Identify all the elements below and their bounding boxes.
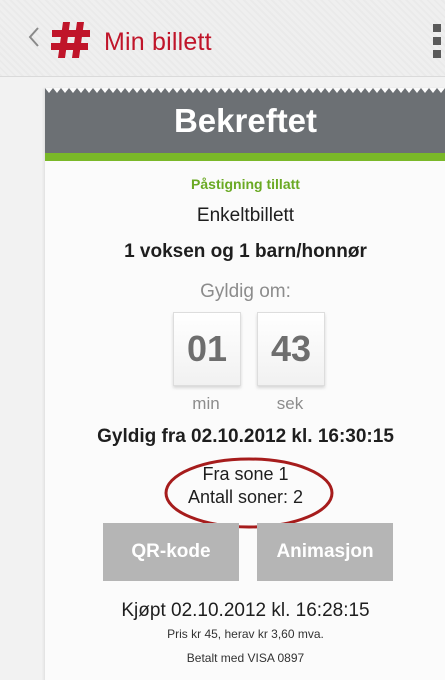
ticket-card: Bekreftet Påstigning tillatt Enkeltbille… xyxy=(44,88,445,680)
timer-minutes-label: min xyxy=(192,394,220,413)
overflow-menu-icon[interactable] xyxy=(428,24,445,58)
status-accent-line xyxy=(45,153,445,161)
payment-method: Betalt med VISA 0897 xyxy=(186,651,305,665)
purchase-date: Kjøpt 02.10.2012 kl. 16:28:15 xyxy=(121,600,370,621)
highlight-ring xyxy=(164,457,334,529)
timer-seconds: 43 xyxy=(257,312,325,386)
timer-seconds-label: sek xyxy=(276,394,304,413)
ticket-status: Bekreftet xyxy=(173,102,318,139)
boarding-status: Påstigning tillatt xyxy=(191,176,300,192)
valid-from: Gyldig fra 02.10.2012 kl. 16:30:15 xyxy=(97,426,394,447)
qr-code-button[interactable]: QR-kode xyxy=(103,523,239,581)
animation-button[interactable]: Animasjon xyxy=(257,523,393,581)
action-bar: Min billett xyxy=(0,0,445,77)
ticket-status-header: Bekreftet xyxy=(45,88,445,153)
valid-in-label: Gyldig om: xyxy=(200,281,291,302)
app-title: Min billett xyxy=(104,28,212,56)
zigzag-edge xyxy=(45,88,445,98)
timer-minutes: 01 xyxy=(173,312,241,386)
chevron-left-icon[interactable] xyxy=(28,26,40,48)
screen: Min billett Bekreftet Påstigning tillatt… xyxy=(0,0,445,680)
price-info: Pris kr 45, herav kr 3,60 mva. xyxy=(167,627,324,641)
hash-logo-icon[interactable] xyxy=(50,20,92,60)
ticket-type: Enkeltbillett xyxy=(196,205,295,226)
passenger-info: 1 voksen og 1 barn/honnør xyxy=(124,241,367,262)
